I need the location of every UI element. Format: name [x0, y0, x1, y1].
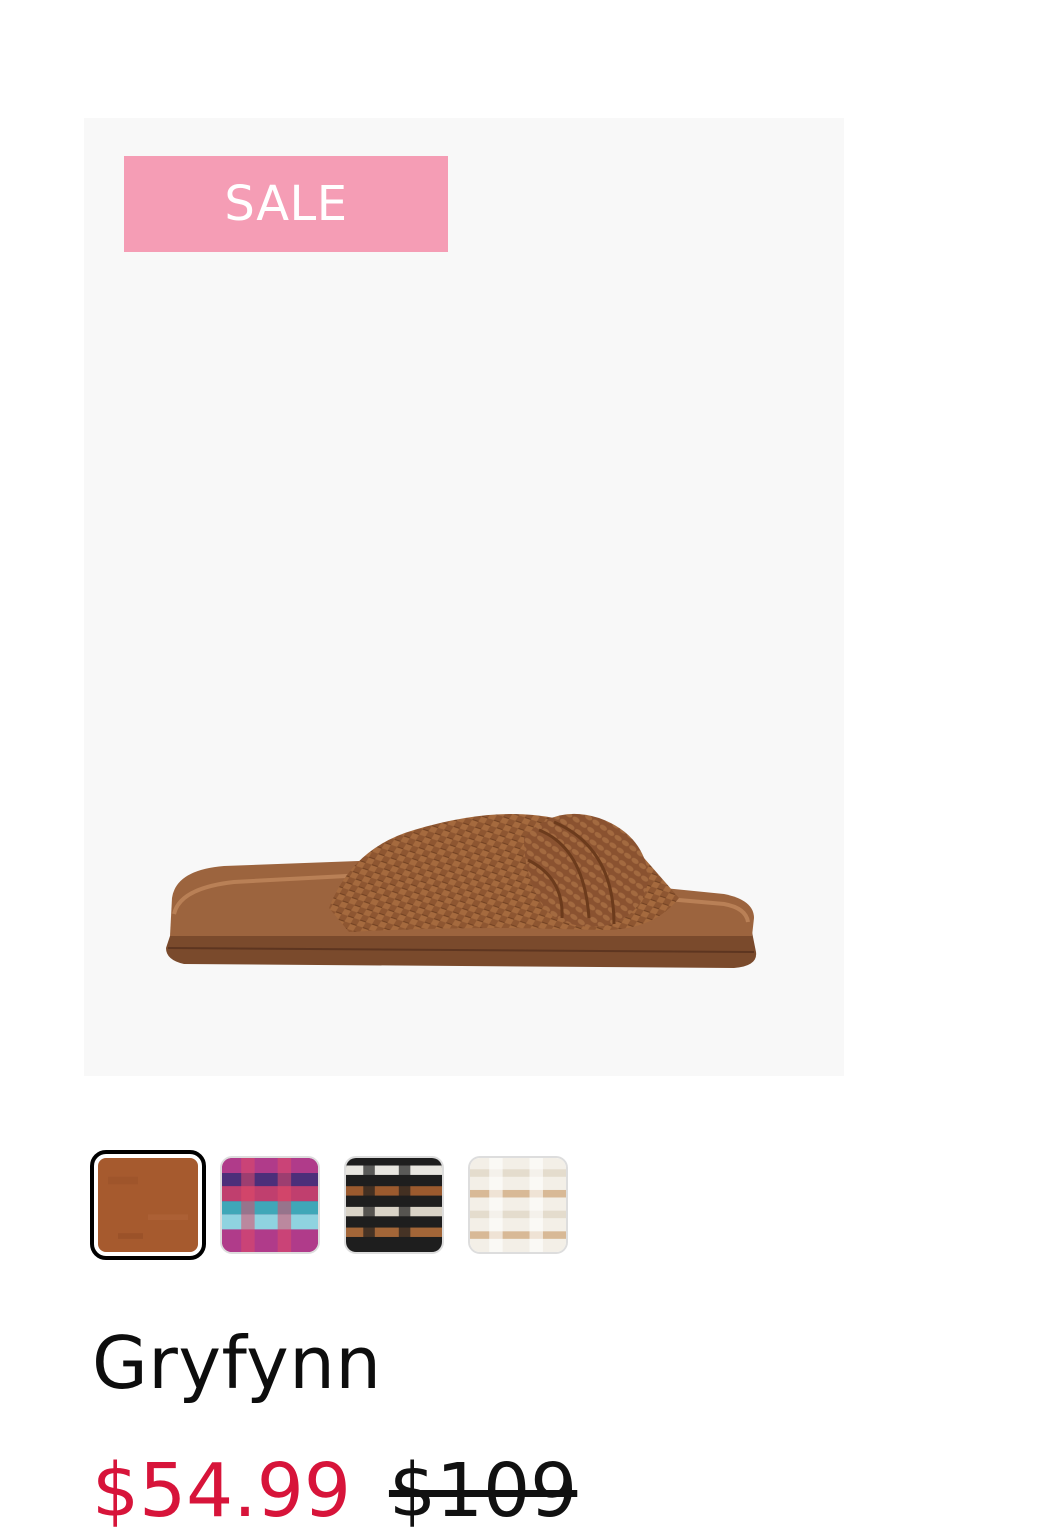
swatch-cognac-fill [98, 1158, 198, 1252]
product-card: SALE Gryfynn $54.99 $109 [0, 0, 1064, 1538]
swatch-cognac[interactable] [90, 1150, 206, 1260]
swatch-black-fill [346, 1158, 442, 1252]
swatch-natural-multi[interactable] [468, 1156, 568, 1254]
sandal-image-icon [166, 813, 757, 968]
product-image[interactable]: SALE [84, 118, 844, 1076]
swatch-berry-multi[interactable] [220, 1156, 320, 1254]
product-name[interactable]: Gryfynn [92, 1320, 381, 1406]
sale-badge: SALE [124, 156, 448, 252]
sale-price: $54.99 [92, 1448, 351, 1534]
swatch-berry-fill [222, 1158, 318, 1252]
swatch-natural-fill [470, 1158, 566, 1252]
price-row: $54.99 $109 [92, 1448, 577, 1538]
original-price: $109 [388, 1448, 578, 1534]
swatch-black-multi[interactable] [344, 1156, 444, 1254]
